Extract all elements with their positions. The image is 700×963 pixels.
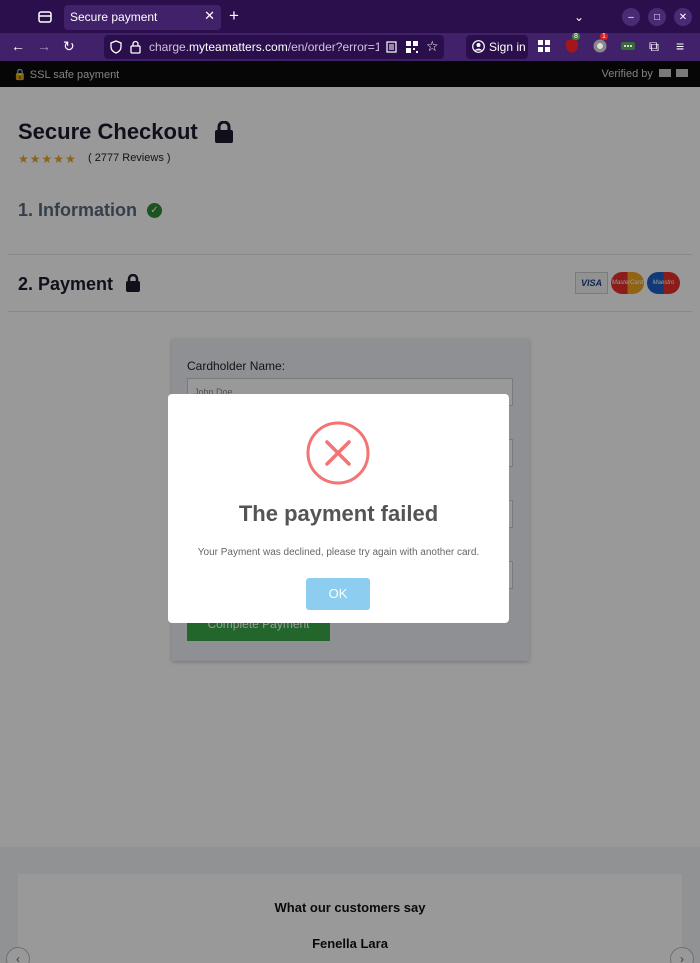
extension-grid-icon[interactable] bbox=[536, 38, 552, 54]
browser-navbar: ← → ↻ charge.myteamatters.com/en/order?e… bbox=[0, 33, 700, 61]
close-window-icon[interactable]: ✕ bbox=[674, 8, 692, 26]
url-text: charge.myteamatters.com/en/order?error=1… bbox=[149, 40, 379, 54]
password-extension-icon[interactable] bbox=[620, 38, 636, 54]
dialog-title: The payment failed bbox=[238, 501, 439, 526]
payment-failed-dialog: The payment failed Your Payment was decl… bbox=[168, 394, 509, 623]
back-icon[interactable]: ← bbox=[11, 38, 25, 54]
reader-view-icon[interactable] bbox=[386, 41, 397, 53]
url-bar[interactable]: charge.myteamatters.com/en/order?error=1… bbox=[104, 35, 444, 59]
privacy-badge: 1 bbox=[600, 33, 608, 40]
sign-in-label: Sign in bbox=[489, 40, 526, 54]
ublock-extension-icon[interactable]: 8 bbox=[564, 33, 580, 54]
ok-button[interactable]: OK bbox=[306, 578, 370, 610]
lock-icon[interactable] bbox=[130, 40, 141, 54]
tab-title: Secure payment bbox=[70, 10, 158, 24]
error-x-icon bbox=[306, 421, 370, 485]
tab-secure-payment[interactable]: Secure payment ✕ bbox=[64, 5, 221, 30]
qr-code-icon[interactable] bbox=[406, 41, 418, 53]
extensions-puzzle-icon[interactable]: ⧉ bbox=[649, 38, 659, 55]
ublock-badge: 8 bbox=[572, 33, 580, 40]
forward-icon[interactable]: → bbox=[37, 38, 51, 54]
sign-in-button[interactable]: Sign in bbox=[466, 35, 528, 59]
tab-overflow-chevron-icon[interactable]: ⌄ bbox=[574, 10, 584, 24]
new-tab-icon[interactable]: + bbox=[229, 6, 239, 26]
maximize-icon[interactable]: □ bbox=[648, 8, 666, 26]
shield-icon[interactable] bbox=[110, 40, 122, 54]
dialog-message: Your Payment was declined, please try ag… bbox=[197, 547, 480, 558]
bookmark-star-icon[interactable]: ☆ bbox=[426, 38, 439, 55]
minimize-icon[interactable]: – bbox=[622, 8, 640, 26]
reload-icon[interactable]: ↻ bbox=[63, 38, 75, 55]
browser-tabbar: Secure payment ✕ + ⌄ – □ ✕ bbox=[0, 0, 700, 33]
privacy-extension-icon[interactable]: 1 bbox=[592, 33, 608, 54]
tab-close-icon[interactable]: ✕ bbox=[204, 8, 215, 24]
account-icon bbox=[472, 40, 485, 53]
web-page: 🔒 SSL safe payment Verified by Secure Ch… bbox=[0, 61, 700, 963]
menu-hamburger-icon[interactable]: ≡ bbox=[676, 38, 684, 54]
tab-list-icon[interactable] bbox=[35, 7, 55, 27]
